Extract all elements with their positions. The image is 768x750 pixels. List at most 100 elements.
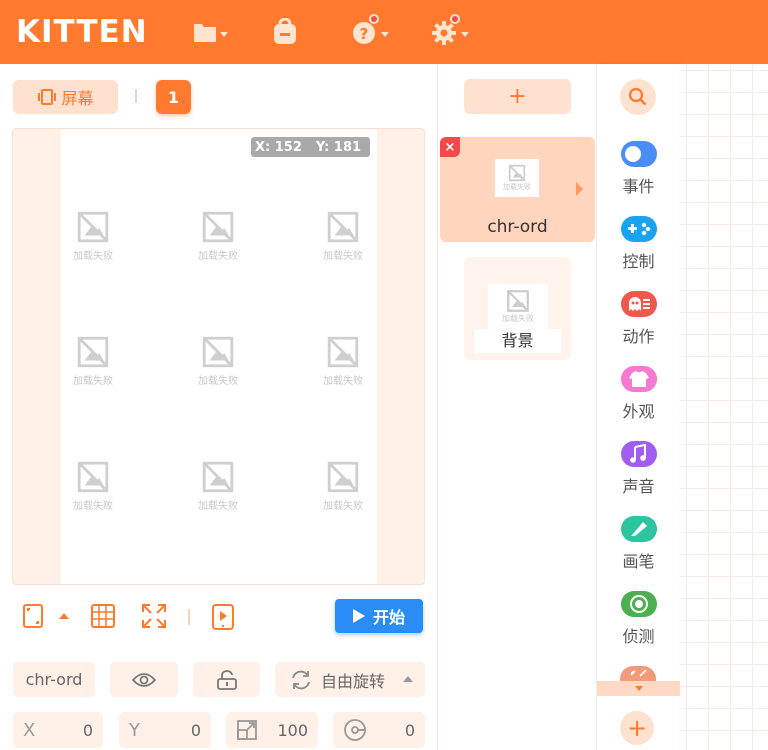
category-looks[interactable]: 外观 [597, 366, 680, 422]
app-logo: KITTEN [16, 14, 148, 50]
delete-sprite-button[interactable]: × [440, 137, 460, 157]
folder-icon [194, 24, 216, 42]
direction-icon [344, 719, 366, 741]
search-icon [628, 87, 647, 106]
top-toolbar: KITTEN ? [0, 0, 768, 64]
add-sprite-button[interactable]: + [464, 79, 571, 114]
coord-y: Y: 181 [315, 139, 362, 155]
fullscreen-icon[interactable] [141, 603, 167, 629]
background-thumbnail: 加载失败 [488, 284, 548, 329]
load-failed-label: 加载失败 [198, 251, 238, 262]
sprite-thumbnail: 加载失败 [495, 159, 539, 197]
add-extension-button[interactable]: + [620, 711, 654, 745]
stage-size-icon[interactable] [22, 603, 44, 629]
category-label: 画笔 [622, 552, 655, 571]
code-workspace[interactable] [680, 64, 768, 750]
category-pen[interactable]: 画笔 [597, 516, 680, 572]
load-failed-label: 加载失败 [198, 501, 238, 512]
category-sensing[interactable]: 侦测 [597, 591, 680, 647]
svg-text:?: ? [360, 25, 369, 43]
chevron-down-icon [220, 31, 228, 37]
visibility-toggle[interactable] [110, 662, 178, 697]
load-failed-label: 加载失败 [73, 251, 113, 262]
coord-x: X: 152 [255, 139, 302, 155]
category-sound[interactable]: 声音 [597, 441, 680, 497]
gamepad-icon [620, 216, 657, 242]
load-failed-label: 加载失败 [323, 501, 363, 512]
category-motion[interactable]: 动作 [597, 291, 680, 347]
broken-image-tile: 加载失败 [188, 460, 248, 520]
grid-icon[interactable] [90, 603, 116, 629]
phone-preview-icon[interactable] [211, 603, 235, 631]
stage-canvas[interactable]: 加载失败加载失败加载失败加载失败加载失败加载失败加载失败加载失败加载失败加载失败… [61, 129, 377, 584]
start-button[interactable]: 开始 [335, 599, 423, 633]
scroll-down-button[interactable] [597, 681, 680, 696]
screen-tab-1[interactable]: 1 [156, 80, 191, 114]
unlock-icon [216, 669, 237, 690]
sprite-card-chr-ord[interactable]: × 加载失败 chr-ord [440, 137, 595, 242]
category-label: 事件 [622, 177, 655, 196]
category-label: 控制 [622, 252, 655, 271]
load-failed-label: 加载失败 [73, 501, 113, 512]
rotation-mode-select[interactable]: 自由旋转 [275, 662, 425, 697]
broken-image-tile: 加载失败 [63, 210, 123, 270]
help-menu-button[interactable]: ? [352, 14, 389, 48]
broken-image-tile: 加载失败 [63, 335, 123, 395]
music-icon [620, 441, 657, 467]
scale-icon [237, 720, 257, 740]
lock-toggle[interactable] [193, 662, 260, 697]
direction-value: 0 [404, 720, 415, 740]
stage-panel: 屏幕 1 加载失败 加载失败 加载失败 加载失败 加载失败 加载失败 加载失败 加载失败 加载失… [0, 64, 438, 750]
background-card[interactable]: 加载失败 背景 [464, 257, 571, 360]
broken-image-tile: 加载失败 [188, 335, 248, 395]
play-icon [352, 609, 365, 623]
chevron-up-icon [403, 676, 413, 682]
category-label: 外观 [622, 402, 655, 421]
block-category-bar: 事件 控制 动作 外观 声音 画笔 侦测 + [597, 64, 680, 750]
sprite-name-field[interactable]: chr-ord [13, 662, 95, 697]
broken-image-icon [202, 336, 234, 368]
broken-image-icon [77, 336, 109, 368]
screen-button[interactable]: 屏幕 [13, 80, 118, 114]
background-name: 背景 [474, 329, 561, 353]
stage-toolbar: 开始 [0, 599, 438, 635]
x-value: 0 [82, 720, 93, 740]
y-label: Y [129, 719, 140, 741]
backpack-icon [274, 18, 296, 44]
chevron-up-icon[interactable] [59, 613, 69, 619]
chevron-right-icon[interactable] [576, 182, 583, 196]
divider [188, 609, 190, 625]
broken-image-icon [77, 211, 109, 243]
thumb-label: 加载失败 [503, 183, 531, 191]
search-blocks-button[interactable] [620, 79, 656, 115]
chevron-down-icon [461, 31, 469, 37]
x-position-field[interactable]: X 0 [13, 712, 103, 748]
category-label: 声音 [622, 477, 655, 496]
target-icon [620, 591, 657, 617]
brush-icon [620, 516, 657, 542]
category-events[interactable]: 事件 [597, 141, 680, 197]
direction-field[interactable]: 0 [333, 712, 425, 748]
eye-icon [132, 672, 156, 687]
more-categories-icon [620, 666, 656, 681]
ghost-icon [620, 291, 657, 317]
notification-dot [450, 14, 460, 24]
start-button-label: 开始 [372, 608, 405, 627]
broken-image-tile: 加载失败 [313, 210, 373, 270]
thumb-label: 加载失败 [502, 314, 534, 323]
screen-button-label: 屏幕 [61, 89, 94, 108]
rotation-mode-label: 自由旋转 [321, 671, 386, 691]
broken-image-icon [202, 211, 234, 243]
scale-field[interactable]: 100 [226, 712, 318, 748]
broken-image-icon [77, 461, 109, 493]
y-position-field[interactable]: Y 0 [119, 712, 211, 748]
load-failed-label: 加载失败 [198, 376, 238, 387]
sprite-name: chr-ord [487, 217, 548, 237]
settings-menu-button[interactable] [432, 14, 469, 48]
file-menu-button[interactable] [193, 16, 228, 48]
broken-image-icon [327, 461, 359, 493]
stage-viewport[interactable]: 加载失败加载失败加载失败加载失败加载失败加载失败加载失败加载失败加载失败加载失败… [12, 128, 425, 585]
backpack-button[interactable] [272, 16, 298, 48]
category-control[interactable]: 控制 [597, 216, 680, 272]
divider [135, 89, 137, 103]
